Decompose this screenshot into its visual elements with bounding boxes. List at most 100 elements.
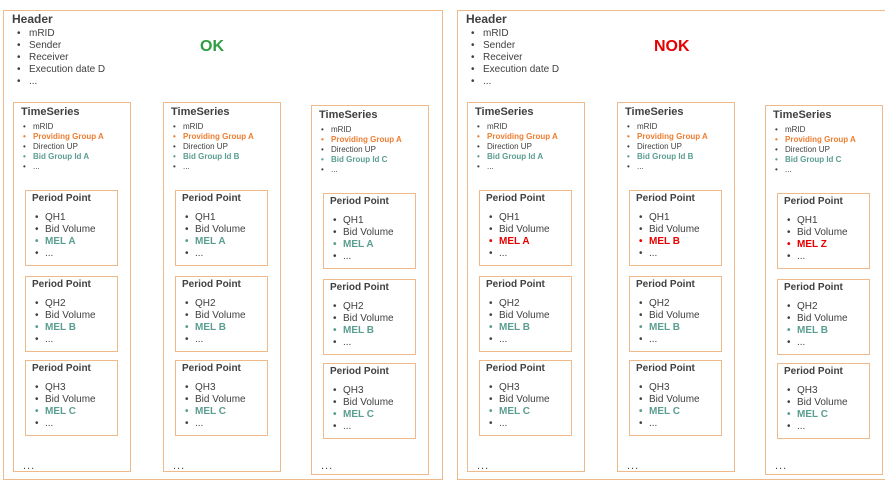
- timeseries-field: Bid Group Id C: [317, 155, 402, 165]
- period-point-title: Period Point: [330, 366, 389, 377]
- more-ellipsis: ...: [477, 460, 490, 472]
- period-point-title: Period Point: [486, 363, 545, 374]
- more-ellipsis: ...: [321, 460, 334, 472]
- period-point-field: ...: [181, 248, 246, 260]
- period-point-fields: QH3Bid VolumeMEL C...: [485, 382, 550, 430]
- period-point-field: QH2: [181, 298, 246, 310]
- period-point-field: Bid Volume: [181, 224, 246, 236]
- period-point-field: QH2: [485, 298, 550, 310]
- period-point-field: ...: [31, 418, 96, 430]
- period-point-field: QH2: [31, 298, 96, 310]
- period-point-field: Bid Volume: [329, 313, 394, 325]
- timeseries-field: Direction UP: [771, 145, 856, 155]
- period-point-field: ...: [329, 251, 394, 263]
- header-field: mRID: [13, 28, 105, 40]
- period-point-field: Bid Volume: [31, 224, 96, 236]
- timeseries-field: ...: [169, 162, 254, 172]
- period-point-fields: QH1Bid VolumeMEL A...: [485, 212, 550, 260]
- period-point-field: ...: [31, 248, 96, 260]
- period-point-field: Bid Volume: [485, 394, 550, 406]
- period-point-fields: QH1Bid VolumeMEL A...: [181, 212, 246, 260]
- period-point-field: Bid Volume: [635, 224, 700, 236]
- period-point-title: Period Point: [182, 363, 241, 374]
- timeseries-field: Providing Group A: [623, 132, 708, 142]
- timeseries-title: TimeSeries: [773, 109, 832, 121]
- timeseries-field: Direction UP: [169, 142, 254, 152]
- timeseries-field: Direction UP: [473, 142, 558, 152]
- period-point-fields: QH3Bid VolumeMEL C...: [329, 385, 394, 433]
- period-point-field: MEL C: [635, 406, 700, 418]
- period-point-fields: QH2Bid VolumeMEL B...: [635, 298, 700, 346]
- period-point-field: Bid Volume: [329, 397, 394, 409]
- period-point-field: MEL B: [635, 236, 700, 248]
- period-point-field: ...: [181, 418, 246, 430]
- period-point-field: MEL B: [31, 322, 96, 334]
- timeseries-fields: mRIDProviding Group ADirection UPBid Gro…: [771, 125, 856, 175]
- period-point-title: Period Point: [330, 282, 389, 293]
- period-point-field: MEL B: [635, 322, 700, 334]
- period-point-fields: QH1Bid VolumeMEL Z...: [783, 215, 848, 263]
- period-point-title: Period Point: [636, 363, 695, 374]
- period-point-field: MEL C: [329, 409, 394, 421]
- period-point-field: QH3: [635, 382, 700, 394]
- period-point-field: ...: [635, 418, 700, 430]
- timeseries-fields: mRIDProviding Group ADirection UPBid Gro…: [317, 125, 402, 175]
- period-point-fields: QH3Bid VolumeMEL C...: [31, 382, 96, 430]
- period-point-fields: QH2Bid VolumeMEL B...: [329, 301, 394, 349]
- timeseries-field: Direction UP: [623, 142, 708, 152]
- timeseries-field: Bid Group Id B: [623, 152, 708, 162]
- period-point-field: ...: [635, 334, 700, 346]
- timeseries-fields: mRIDProviding Group ADirection UPBid Gro…: [473, 122, 558, 172]
- period-point-title: Period Point: [330, 196, 389, 207]
- period-point-fields: QH3Bid VolumeMEL C...: [181, 382, 246, 430]
- status-label: OK: [200, 38, 224, 55]
- period-point-title: Period Point: [784, 366, 843, 377]
- period-point-title: Period Point: [784, 282, 843, 293]
- header-title: Header: [12, 12, 53, 26]
- timeseries-field: ...: [771, 165, 856, 175]
- period-point-field: QH2: [329, 301, 394, 313]
- period-point-title: Period Point: [784, 196, 843, 207]
- period-point-field: QH1: [485, 212, 550, 224]
- more-ellipsis: ...: [173, 460, 186, 472]
- period-point-fields: QH1Bid VolumeMEL A...: [329, 215, 394, 263]
- more-ellipsis: ...: [23, 460, 36, 472]
- timeseries-field: mRID: [19, 122, 104, 132]
- header-title: Header: [466, 12, 507, 26]
- timeseries-field: ...: [623, 162, 708, 172]
- timeseries-field: mRID: [473, 122, 558, 132]
- header-field: Sender: [467, 40, 559, 52]
- period-point-field: ...: [485, 248, 550, 260]
- period-point-field: QH1: [181, 212, 246, 224]
- period-point-fields: QH3Bid VolumeMEL C...: [783, 385, 848, 433]
- period-point-field: QH3: [783, 385, 848, 397]
- period-point-field: MEL B: [329, 325, 394, 337]
- period-point-field: MEL B: [181, 322, 246, 334]
- period-point-field: MEL B: [485, 322, 550, 334]
- period-point-title: Period Point: [486, 279, 545, 290]
- header-field: Execution date D: [467, 64, 559, 76]
- timeseries-field: Bid Group Id B: [169, 152, 254, 162]
- period-point-field: ...: [485, 334, 550, 346]
- period-point-field: ...: [181, 334, 246, 346]
- timeseries-field: Direction UP: [19, 142, 104, 152]
- period-point-fields: QH1Bid VolumeMEL A...: [31, 212, 96, 260]
- period-point-field: MEL Z: [783, 239, 848, 251]
- period-point-title: Period Point: [182, 279, 241, 290]
- timeseries-field: Bid Group Id A: [473, 152, 558, 162]
- period-point-field: MEL A: [329, 239, 394, 251]
- period-point-title: Period Point: [486, 193, 545, 204]
- period-point-fields: QH3Bid VolumeMEL C...: [635, 382, 700, 430]
- period-point-field: QH1: [329, 215, 394, 227]
- period-point-field: MEL C: [31, 406, 96, 418]
- period-point-field: Bid Volume: [783, 227, 848, 239]
- period-point-field: QH3: [181, 382, 246, 394]
- period-point-field: QH1: [783, 215, 848, 227]
- period-point-field: Bid Volume: [485, 310, 550, 322]
- period-point-title: Period Point: [182, 193, 241, 204]
- period-point-field: Bid Volume: [485, 224, 550, 236]
- timeseries-title: TimeSeries: [319, 109, 378, 121]
- timeseries-title: TimeSeries: [171, 106, 230, 118]
- period-point-field: MEL C: [783, 409, 848, 421]
- period-point-field: MEL A: [485, 236, 550, 248]
